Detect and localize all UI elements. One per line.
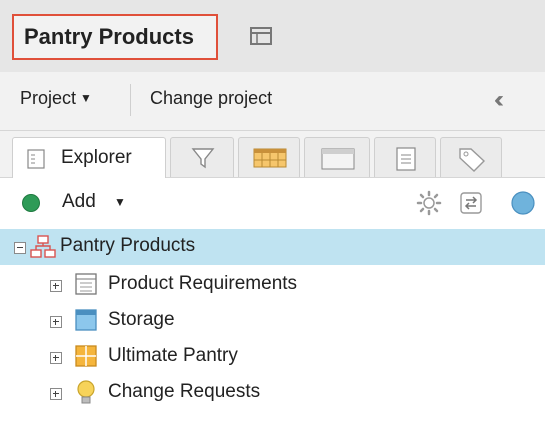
tree-item-label: Product Requirements — [108, 273, 298, 294]
window-icon — [321, 148, 355, 170]
expand-toggle[interactable] — [50, 388, 62, 400]
divider — [130, 84, 131, 116]
project-title-tab[interactable]: Pantry Products — [12, 14, 218, 60]
project-menu[interactable]: Project ▼ — [20, 88, 92, 109]
tab-explorer[interactable]: Explorer — [12, 137, 166, 178]
collapse-panel-icon[interactable]: ‹‹ — [494, 86, 504, 114]
tree-item-ultimate-pantry[interactable]: Ultimate Pantry — [0, 342, 545, 372]
grid-folder-icon — [75, 345, 97, 367]
tab-document[interactable] — [374, 137, 436, 177]
expand-toggle[interactable] — [50, 352, 62, 364]
expand-toggle[interactable] — [50, 280, 62, 292]
collapse-toggle[interactable] — [14, 242, 26, 254]
tree-item-storage[interactable]: Storage — [0, 306, 545, 336]
add-label: Add — [62, 191, 96, 212]
expand-toggle[interactable] — [50, 316, 62, 328]
explorer-icon — [27, 149, 45, 169]
tree-item-product-requirements[interactable]: Product Requirements — [0, 270, 545, 300]
tab-window[interactable] — [304, 137, 370, 177]
sync-icon[interactable] — [458, 190, 484, 216]
tab-filter[interactable] — [170, 137, 234, 177]
tree-item-label: Change Requests — [108, 381, 261, 402]
tag-icon — [459, 148, 486, 172]
tree-root-label: Pantry Products — [60, 235, 196, 256]
project-icon — [30, 235, 56, 258]
caret-down-icon: ▼ — [80, 91, 92, 105]
tree-item-label: Storage — [108, 309, 175, 330]
globe-icon[interactable] — [510, 190, 536, 216]
requirements-icon — [75, 273, 97, 295]
storage-icon — [75, 309, 97, 331]
project-menu-label: Project — [20, 88, 77, 108]
lightbulb-icon — [77, 380, 95, 404]
document-icon — [396, 147, 416, 171]
tree-item-change-requests[interactable]: Change Requests — [0, 378, 545, 408]
caret-down-icon: ▼ — [114, 195, 126, 209]
settings-gear-icon[interactable] — [416, 190, 442, 216]
window-icon[interactable] — [248, 24, 274, 48]
change-project-link[interactable]: Change project — [150, 88, 272, 109]
add-icon — [22, 194, 40, 212]
filter-icon — [191, 148, 215, 169]
project-title: Pantry Products — [24, 24, 194, 49]
tab-explorer-label: Explorer — [61, 147, 132, 168]
grid-icon — [253, 148, 287, 168]
tree-item-label: Ultimate Pantry — [108, 345, 238, 366]
tab-grid[interactable] — [238, 137, 300, 177]
tab-tag[interactable] — [440, 137, 502, 177]
tree-root-row[interactable]: Pantry Products — [0, 232, 545, 262]
